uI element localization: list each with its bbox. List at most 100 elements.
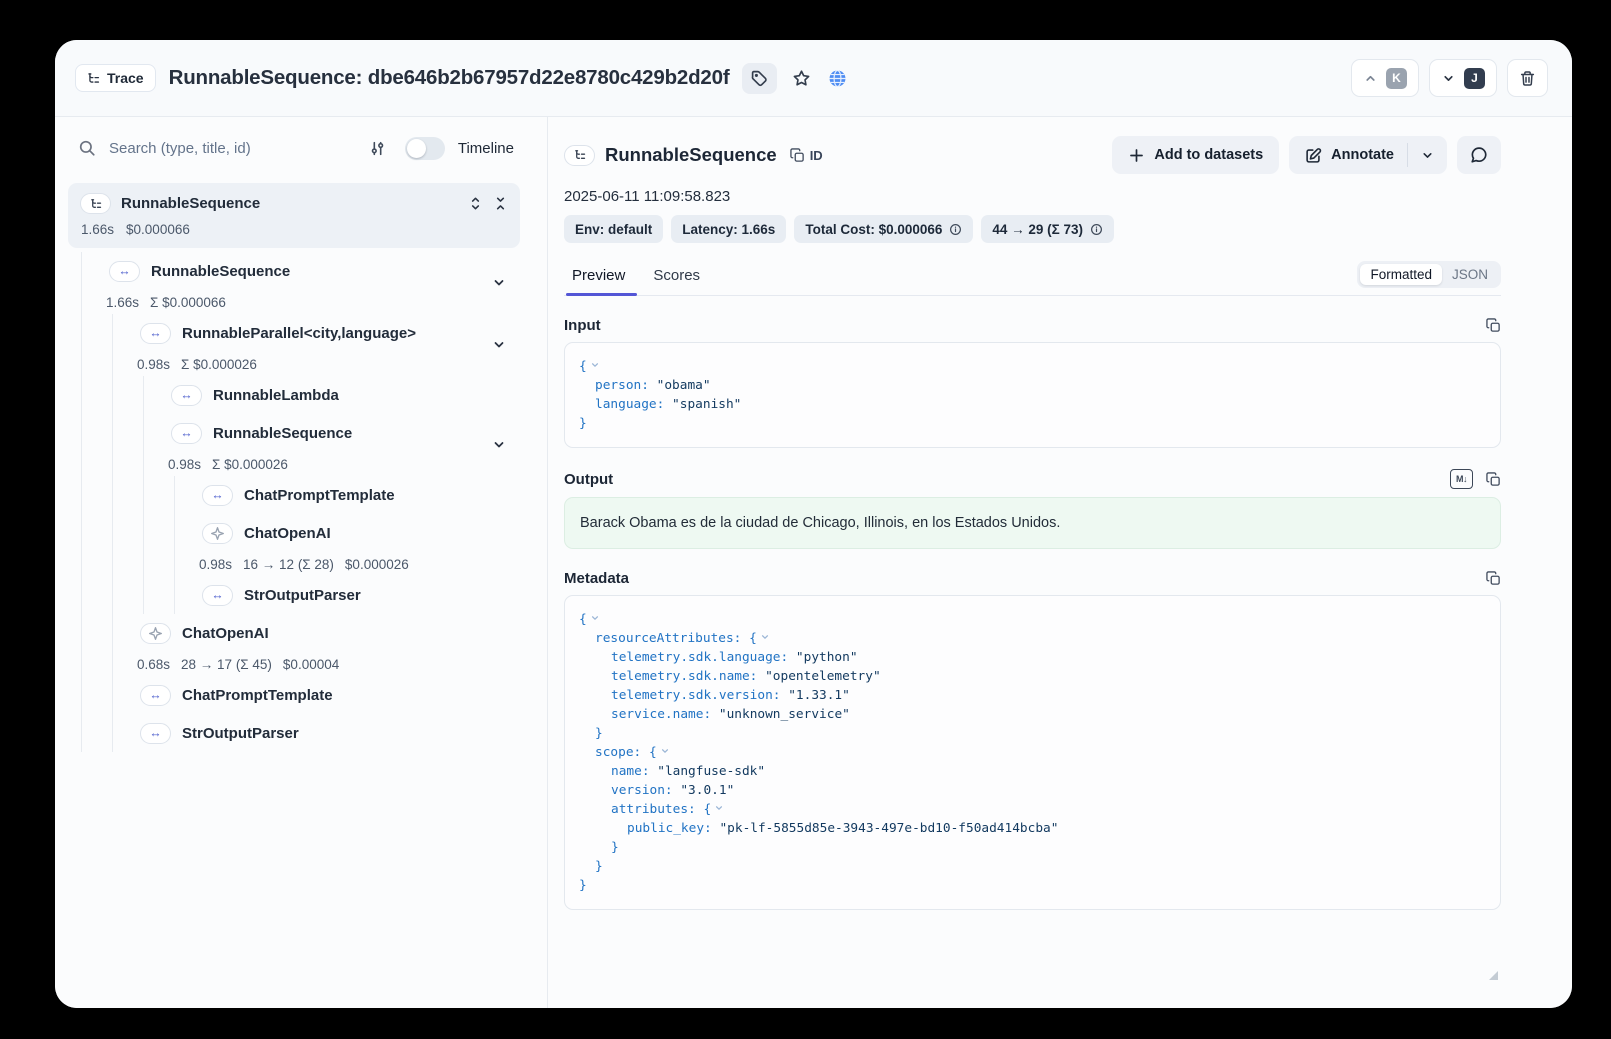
format-option-json[interactable]: JSON: [1442, 264, 1498, 285]
json-line: }: [579, 857, 1486, 876]
tree-item-row[interactable]: ↔ StrOutputParser: [175, 576, 520, 614]
collapse-caret-icon[interactable]: [714, 800, 724, 819]
collapse-caret-icon[interactable]: [590, 357, 600, 376]
collapse-caret-icon[interactable]: [760, 629, 770, 648]
collapse-caret-icon[interactable]: [590, 610, 600, 629]
tree-item-metrics: 0.98s16 → 12 (Σ 28)$0.000026: [175, 552, 520, 576]
collapse-all-icon[interactable]: [493, 196, 508, 211]
json-line: telemetry.sdk.version: "1.33.1": [579, 686, 1486, 705]
badge-label: Env: default: [575, 222, 652, 237]
json-line: attributes: {: [579, 800, 1486, 819]
metric-value: Σ $0.000066: [150, 295, 226, 310]
tree-item[interactable]: ↔RunnableSequence0.98sΣ $0.000026: [144, 414, 520, 476]
tree-indent-group: ↔RunnableSequence1.66sΣ $0.000066↔Runnab…: [81, 252, 520, 752]
tree-item-row[interactable]: ↔RunnableSequence: [82, 252, 520, 290]
span-icon: ↔: [211, 589, 224, 602]
format-option-formatted[interactable]: Formatted: [1360, 264, 1442, 285]
badge-label: 44 → 29 (Σ 73): [992, 222, 1083, 237]
plus-icon: [1128, 147, 1145, 164]
json-key: resourceAttributes:: [595, 631, 749, 646]
json-close-brace: }: [595, 859, 603, 874]
chevron-down-icon[interactable]: [491, 275, 507, 291]
annotate-button[interactable]: Annotate: [1289, 136, 1407, 174]
copy-id-button[interactable]: ID: [790, 148, 823, 163]
add-to-datasets-button[interactable]: Add to datasets: [1112, 136, 1279, 174]
bookmark-star-button[interactable]: [790, 67, 813, 90]
tree-item[interactable]: ↔RunnableSequence 1.66s Σ $0.000066: [82, 252, 520, 314]
annotate-menu-button[interactable]: [1408, 136, 1447, 174]
json-close-brace: }: [579, 416, 587, 431]
tab-preview[interactable]: Preview: [564, 255, 639, 295]
timeline-toggle[interactable]: [405, 137, 445, 160]
tree-item[interactable]: ↔RunnableParallel<city,language>0.98sΣ $…: [113, 314, 520, 376]
tree-item[interactable]: ↔ StrOutputParser: [175, 576, 520, 614]
tree-item-row[interactable]: ↔StrOutputParser: [113, 714, 520, 752]
resize-handle[interactable]: [1489, 971, 1498, 980]
json-line: telemetry.sdk.language: "python": [579, 648, 1486, 667]
copy-output-button[interactable]: [1486, 472, 1501, 487]
annotate-label: Annotate: [1331, 147, 1394, 163]
tree-item-metrics: 0.98sΣ $0.000026: [144, 452, 520, 476]
tree-item[interactable]: ↔StrOutputParser: [113, 714, 520, 752]
tree-item[interactable]: ChatOpenAI0.98s16 → 12 (Σ 28)$0.000026: [175, 514, 520, 576]
json-open-brace: {: [749, 631, 757, 646]
tree-item-row[interactable]: ↔RunnableParallel<city,language>: [113, 314, 520, 352]
tree-item[interactable]: ChatOpenAI0.68s28 → 17 (Σ 45)$0.00004: [113, 614, 520, 676]
edit-icon: [1305, 147, 1322, 164]
chevron-down-icon: [1441, 71, 1456, 86]
json-line: public_key: "pk-lf-5855d85e-3943-497e-bd…: [579, 819, 1486, 838]
tree-item-row[interactable]: ↔RunnableSequence: [144, 414, 520, 452]
tree-item[interactable]: ↔RunnableLambda: [144, 376, 520, 414]
comments-button[interactable]: [1457, 136, 1501, 174]
tree-item[interactable]: ↔ChatPromptTemplate: [175, 476, 520, 514]
trace-tree-icon: [90, 198, 102, 210]
json-line: resourceAttributes: {: [579, 629, 1486, 648]
json-close-brace: }: [611, 840, 619, 855]
span-icon: ↔: [180, 427, 193, 440]
next-trace-button[interactable]: J: [1429, 59, 1497, 97]
json-close-brace: }: [595, 726, 603, 741]
copy-icon: [790, 148, 805, 163]
tree-item[interactable]: ↔ChatPromptTemplate: [113, 676, 520, 714]
tree-settings-button[interactable]: [367, 138, 388, 159]
tab-scores[interactable]: Scores: [639, 255, 714, 295]
delete-trace-button[interactable]: [1507, 59, 1548, 97]
tree-item-metrics: 0.98sΣ $0.000026: [113, 352, 520, 376]
tree-item-label: StrOutputParser: [244, 587, 361, 604]
trace-badge-1: Latency: 1.66s: [671, 215, 786, 243]
json-line: version: "3.0.1": [579, 781, 1486, 800]
markdown-toggle-button[interactable]: M↓: [1450, 469, 1473, 489]
tree-indent-group: ↔RunnableLambda↔RunnableSequence0.98sΣ $…: [143, 376, 520, 614]
tree-item-row[interactable]: ↔ChatPromptTemplate: [113, 676, 520, 714]
json-open-brace: {: [579, 612, 587, 627]
tree-item-row[interactable]: ↔ChatPromptTemplate: [175, 476, 520, 514]
tree-item-row[interactable]: ChatOpenAI: [113, 614, 520, 652]
json-open-brace: {: [579, 359, 587, 374]
info-icon[interactable]: [1090, 223, 1103, 236]
tree-root-item[interactable]: RunnableSequence 1.66s $0.000066: [68, 183, 520, 248]
info-icon[interactable]: [949, 223, 962, 236]
span-pill: ↔: [202, 485, 233, 506]
json-open-brace: {: [649, 745, 657, 760]
expand-all-icon[interactable]: [468, 196, 483, 211]
json-line: service.name: "unknown_service": [579, 705, 1486, 724]
copy-metadata-button[interactable]: [1486, 571, 1501, 586]
tree-item-row[interactable]: ChatOpenAI: [175, 514, 520, 552]
tree-item-row[interactable]: ↔RunnableLambda: [144, 376, 520, 414]
collapse-caret-icon[interactable]: [660, 743, 670, 762]
json-key: name:: [611, 764, 657, 779]
prev-trace-button[interactable]: K: [1351, 59, 1419, 97]
trace-type-badge: Trace: [75, 64, 156, 92]
public-share-button[interactable]: [826, 67, 849, 90]
span-icon: ↔: [149, 327, 162, 340]
format-toggle: FormattedJSON: [1357, 261, 1501, 288]
chevron-down-icon[interactable]: [491, 337, 507, 353]
copy-input-button[interactable]: [1486, 318, 1501, 333]
tag-button[interactable]: [742, 63, 777, 94]
search-input[interactable]: [107, 139, 356, 158]
metric-value: 1.66s: [106, 295, 139, 310]
json-line: telemetry.sdk.name: "opentelemetry": [579, 667, 1486, 686]
badge-label: Total Cost: $0.000066: [805, 222, 942, 237]
chevron-down-icon[interactable]: [491, 437, 507, 453]
star-icon: [792, 69, 811, 88]
